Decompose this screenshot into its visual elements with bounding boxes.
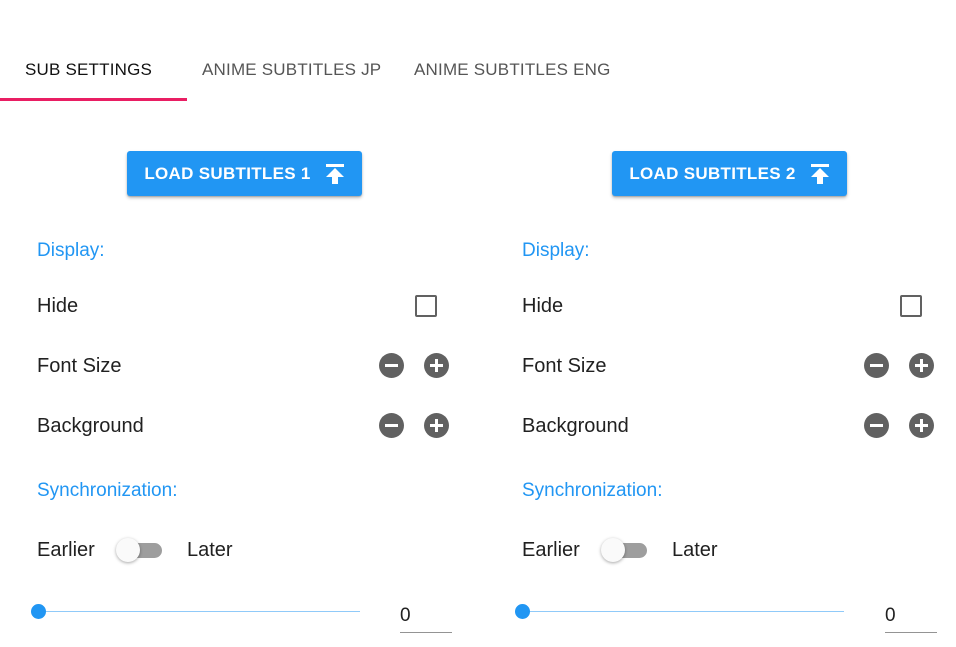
font-size-increase-button[interactable]	[424, 353, 449, 378]
load-subtitles-1-button[interactable]: LOAD SUBTITLES 1	[127, 151, 362, 196]
font-size-decrease-button[interactable]	[864, 353, 889, 378]
later-label: Later	[187, 539, 233, 561]
upload-icon	[325, 163, 344, 184]
minus-icon	[385, 364, 398, 367]
upload-icon	[810, 163, 829, 184]
slider-thumb[interactable]	[515, 604, 530, 619]
toggle-thumb	[601, 538, 625, 562]
hide-checkbox[interactable]	[900, 295, 922, 317]
background-decrease-button[interactable]	[379, 413, 404, 438]
background-decrease-button[interactable]	[864, 413, 889, 438]
font-size-label: Font Size	[37, 355, 122, 377]
slider-track	[522, 611, 844, 612]
minus-icon	[870, 364, 883, 367]
subtitle-panel-2: LOAD SUBTITLES 2 Display: Hide Font Size…	[485, 0, 937, 647]
earlier-label: Earlier	[37, 539, 95, 561]
background-label: Background	[522, 415, 629, 437]
font-size-label: Font Size	[522, 355, 607, 377]
synchronization-section-label: Synchronization:	[522, 480, 663, 501]
earlier-label: Earlier	[522, 539, 580, 561]
sync-offset-input[interactable]	[400, 600, 452, 633]
display-section-label: Display:	[37, 240, 105, 261]
toggle-thumb	[116, 538, 140, 562]
background-increase-button[interactable]	[424, 413, 449, 438]
load-button-label: LOAD SUBTITLES 1	[144, 163, 311, 183]
display-section-label: Display:	[522, 240, 590, 261]
synchronization-section-label: Synchronization:	[37, 480, 178, 501]
slider-track	[38, 611, 360, 612]
sync-offset-slider[interactable]	[31, 601, 360, 621]
sync-direction-toggle[interactable]	[116, 538, 164, 562]
later-label: Later	[672, 539, 718, 561]
sync-offset-input[interactable]	[885, 600, 937, 633]
sync-offset-slider[interactable]	[515, 601, 844, 621]
hide-label: Hide	[37, 295, 79, 317]
background-label: Background	[37, 415, 144, 437]
hide-label: Hide	[522, 295, 564, 317]
load-subtitles-2-button[interactable]: LOAD SUBTITLES 2	[612, 151, 847, 196]
slider-thumb[interactable]	[31, 604, 46, 619]
sync-direction-toggle[interactable]	[601, 538, 649, 562]
load-button-label: LOAD SUBTITLES 2	[629, 163, 796, 183]
background-increase-button[interactable]	[909, 413, 934, 438]
font-size-decrease-button[interactable]	[379, 353, 404, 378]
minus-icon	[385, 424, 398, 427]
subtitle-panel-1: LOAD SUBTITLES 1 Display: Hide Font Size…	[0, 0, 452, 647]
hide-checkbox[interactable]	[415, 295, 437, 317]
minus-icon	[870, 424, 883, 427]
font-size-increase-button[interactable]	[909, 353, 934, 378]
